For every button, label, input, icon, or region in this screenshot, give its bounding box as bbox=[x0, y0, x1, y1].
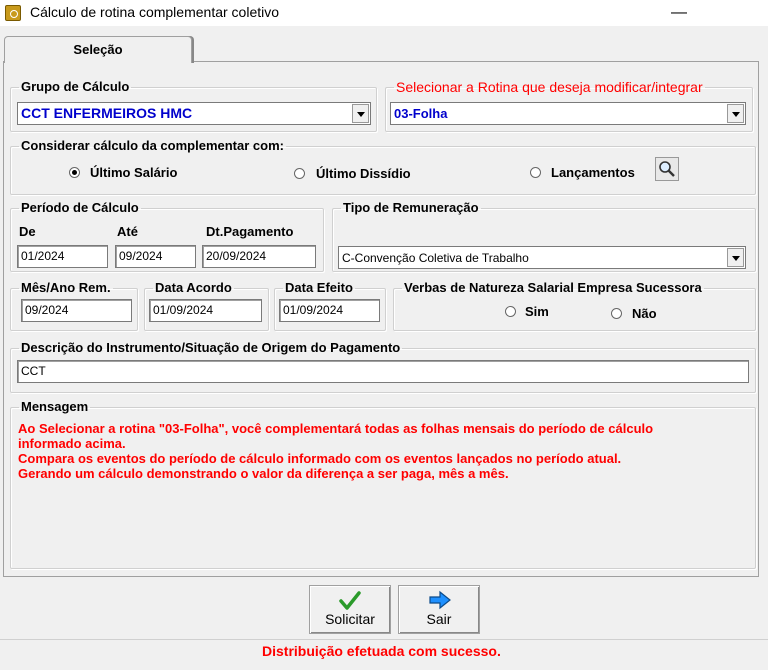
lancamentos-radio[interactable] bbox=[530, 167, 541, 178]
maximize-button bbox=[657, 0, 703, 26]
grupo-calculo-value: CCT ENFERMEIROS HMC bbox=[21, 105, 193, 121]
checkmark-icon bbox=[339, 591, 361, 610]
data-efeito-legend: Data Efeito bbox=[285, 280, 353, 295]
rotina-select[interactable]: 03-Folha bbox=[390, 102, 746, 125]
ate-label: Até bbox=[117, 224, 138, 239]
mes-ano-rem-legend: Mês/Ano Rem. bbox=[21, 280, 111, 295]
rotina-legend: Selecionar a Rotina que deseja modificar… bbox=[396, 79, 703, 95]
mensagem-line: informado acima. bbox=[18, 436, 126, 451]
status-message: Distribuição efetuada com sucesso. bbox=[262, 643, 501, 659]
mes-ano-rem-input[interactable]: 09/2024 bbox=[21, 299, 132, 322]
tipo-remuneracao-legend: Tipo de Remuneração bbox=[343, 200, 479, 215]
solicitar-label: Solicitar bbox=[325, 611, 375, 627]
grupo-calculo-legend: Grupo de Cálculo bbox=[21, 79, 130, 94]
de-label: De bbox=[19, 224, 36, 239]
de-input[interactable]: 01/2024 bbox=[17, 245, 108, 268]
tab-selecao[interactable]: Seleção bbox=[4, 36, 192, 63]
descricao-input[interactable]: CCT bbox=[17, 360, 749, 383]
ultimo-dissidio-label: Último Dissídio bbox=[316, 166, 411, 181]
chevron-down-icon[interactable] bbox=[727, 248, 744, 267]
window-title: Cálculo de rotina complementar coletivo bbox=[30, 4, 280, 20]
chevron-down-icon[interactable] bbox=[727, 104, 744, 123]
mensagem-text: Ao Selecionar a rotina "03-Folha", você … bbox=[18, 421, 748, 481]
ate-input[interactable]: 09/2024 bbox=[115, 245, 196, 268]
periodo-legend: Período de Cálculo bbox=[21, 200, 139, 215]
search-button[interactable] bbox=[655, 157, 679, 181]
data-acordo-legend: Data Acordo bbox=[155, 280, 232, 295]
lancamentos-label: Lançamentos bbox=[551, 165, 635, 180]
ultimo-dissidio-radio[interactable] bbox=[294, 168, 305, 179]
dtpagamento-label: Dt.Pagamento bbox=[206, 224, 294, 239]
grupo-calculo-select[interactable]: CCT ENFERMEIROS HMC bbox=[17, 102, 371, 125]
solicitar-button[interactable]: Solicitar bbox=[309, 585, 391, 634]
tipo-remuneracao-value: C-Convenção Coletiva de Trabalho bbox=[342, 251, 529, 265]
nao-label: Não bbox=[632, 306, 657, 321]
nao-radio[interactable] bbox=[611, 308, 622, 319]
considerar-legend: Considerar cálculo da complementar com: bbox=[21, 138, 284, 153]
sair-label: Sair bbox=[426, 611, 452, 627]
sim-radio[interactable] bbox=[505, 306, 516, 317]
mensagem-line: Gerando um cálculo demonstrando o valor … bbox=[18, 466, 509, 481]
mensagem-line: Ao Selecionar a rotina "03-Folha", você … bbox=[18, 421, 654, 436]
arrow-right-icon bbox=[429, 590, 451, 610]
sim-label: Sim bbox=[525, 304, 549, 319]
ultimo-salario-radio[interactable] bbox=[69, 167, 80, 178]
chevron-down-icon[interactable] bbox=[352, 104, 369, 123]
verbas-group: Verbas de Natureza Salarial Empresa Suce… bbox=[393, 281, 756, 331]
dtpagamento-input[interactable]: 20/09/2024 bbox=[202, 245, 316, 268]
sair-button[interactable]: Sair bbox=[398, 585, 480, 634]
tipo-remuneracao-select[interactable]: C-Convenção Coletiva de Trabalho bbox=[338, 246, 746, 269]
app-icon bbox=[5, 5, 21, 21]
data-efeito-input[interactable]: 01/09/2024 bbox=[279, 299, 380, 322]
mensagem-legend: Mensagem bbox=[21, 399, 89, 414]
verbas-legend: Verbas de Natureza Salarial Empresa Suce… bbox=[404, 280, 702, 295]
ultimo-salario-label: Último Salário bbox=[90, 165, 178, 180]
descricao-legend: Descrição do Instrumento/Situação de Ori… bbox=[21, 340, 401, 355]
rotina-value: 03-Folha bbox=[394, 106, 448, 121]
mensagem-line: Compara os eventos do período de cálculo… bbox=[18, 451, 622, 466]
magnifier-icon bbox=[659, 161, 675, 177]
data-acordo-input[interactable]: 01/09/2024 bbox=[149, 299, 262, 322]
